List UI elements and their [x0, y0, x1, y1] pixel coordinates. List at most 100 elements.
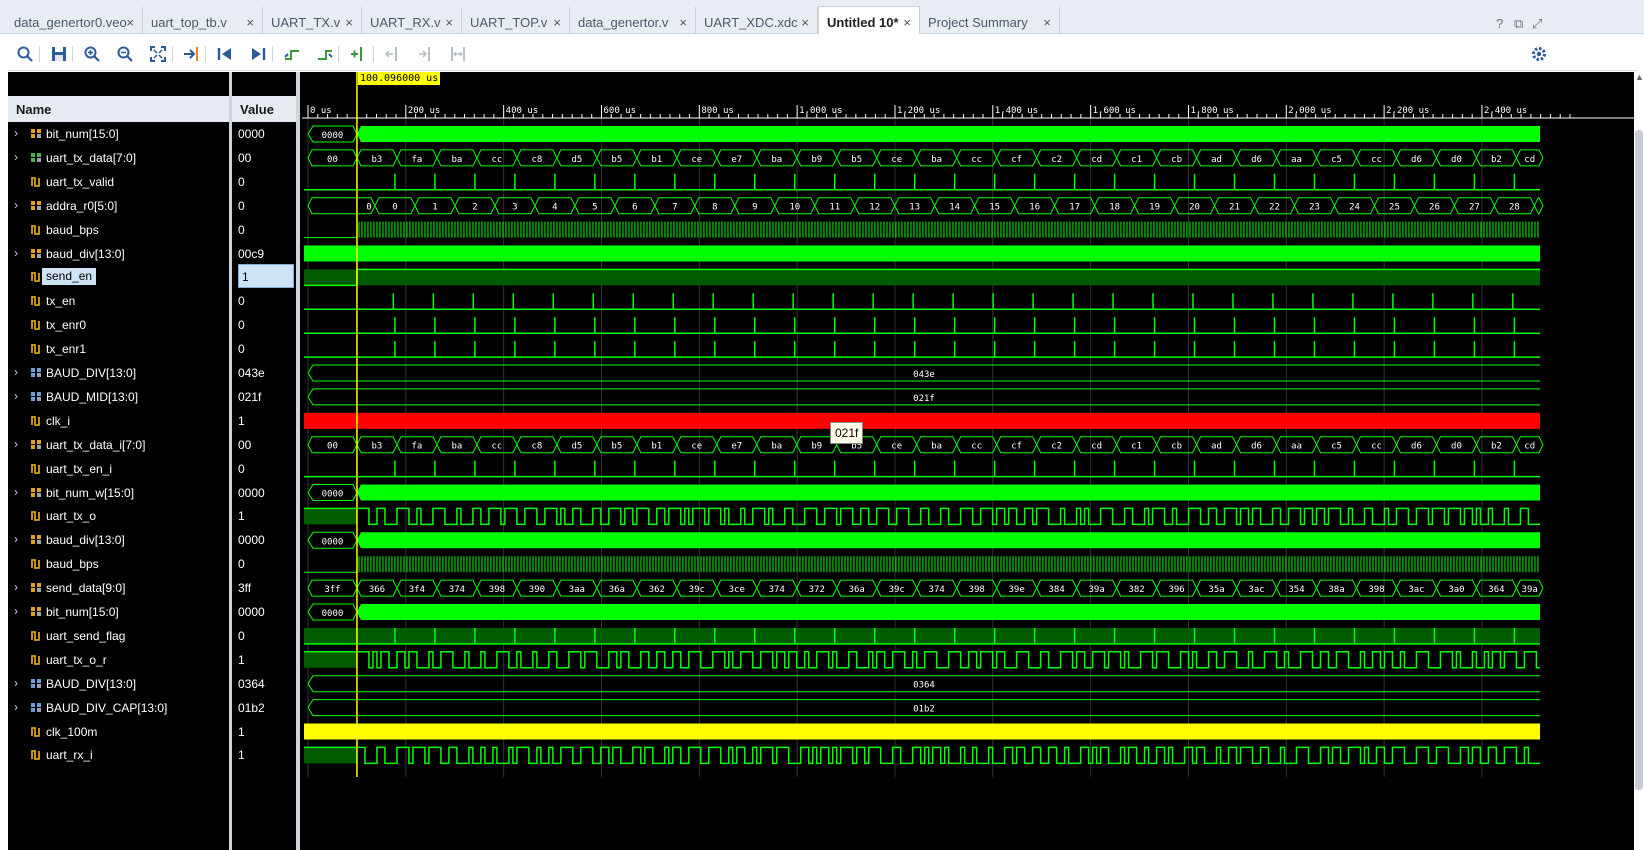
settings-icon[interactable]	[1528, 43, 1550, 65]
cursor-time-label[interactable]: 100.096000 us	[357, 72, 441, 85]
bus-value-label: b9	[811, 155, 822, 165]
tab-2[interactable]: UART_TX.v ×	[263, 7, 362, 33]
tab-5[interactable]: data_genertor.v ×	[570, 7, 696, 33]
close-icon[interactable]: ×	[679, 15, 687, 30]
close-icon[interactable]: ×	[246, 15, 254, 30]
tab-0[interactable]: data_genertor0.veo ×	[6, 7, 143, 33]
restore-icon[interactable]: ⧉	[1514, 16, 1523, 32]
wave-divider[interactable]	[296, 72, 300, 850]
signal-row[interactable]: tx_enr1	[8, 337, 229, 361]
waveform-canvas[interactable]: 0 us 200 us 400 us 600 us 800 us 1,000 us 1,20…	[302, 72, 1638, 850]
signal-row[interactable]: › BAUD_DIV_CAP[13:0]	[8, 696, 229, 720]
zoom-in-icon[interactable]	[81, 43, 103, 65]
signal-row[interactable]: › addra_r0[5:0]	[8, 194, 229, 218]
bus-value-label: 6	[632, 203, 637, 213]
close-icon[interactable]: ×	[903, 15, 911, 30]
chevron-right-icon[interactable]: ›	[14, 437, 18, 451]
signal-row[interactable]: uart_tx_o	[8, 504, 229, 528]
signal-row[interactable]: uart_tx_o_r	[8, 648, 229, 672]
signal-row[interactable]: send_en	[8, 265, 229, 289]
name-column-header[interactable]: Name	[8, 96, 229, 122]
bus-value-label: d6	[1411, 442, 1422, 452]
close-icon[interactable]: ×	[1043, 15, 1051, 30]
tab-7[interactable]: Untitled 10* ×	[818, 6, 920, 34]
chevron-right-icon[interactable]: ›	[14, 676, 18, 690]
go-to-end-icon[interactable]	[247, 43, 269, 65]
tab-3[interactable]: UART_RX.v ×	[362, 7, 462, 33]
chevron-right-icon[interactable]: ›	[14, 365, 18, 379]
close-icon[interactable]: ×	[126, 15, 134, 30]
chevron-right-icon[interactable]: ›	[14, 580, 18, 594]
bus-value-label: 21	[1229, 203, 1240, 213]
chevron-right-icon[interactable]: ›	[14, 126, 18, 140]
signal-row[interactable]: › bit_num_w[15:0]	[8, 481, 229, 505]
signal-value: 00	[238, 437, 252, 452]
signal-row[interactable]: › uart_tx_data_i[7:0]	[8, 433, 229, 457]
signal-row[interactable]: clk_100m	[8, 720, 229, 744]
scroll-up-icon[interactable]: ▲	[1635, 72, 1644, 82]
signal-row[interactable]: › baud_div[13:0]	[8, 528, 229, 552]
signal-row[interactable]: › bit_num[15:0]	[8, 122, 229, 146]
zoom-fit-icon[interactable]	[147, 43, 169, 65]
chevron-right-icon[interactable]: ›	[14, 604, 18, 618]
bus-value-label: c2	[1051, 155, 1062, 165]
next-transition-icon[interactable]	[314, 43, 336, 65]
signal-row[interactable]: › send_data[9:0]	[8, 576, 229, 600]
time-tick-label: 0 us	[310, 106, 332, 116]
go-to-start-icon[interactable]	[214, 43, 236, 65]
chevron-right-icon[interactable]: ›	[14, 246, 18, 260]
previous-marker-icon[interactable]	[381, 43, 403, 65]
close-icon[interactable]: ×	[445, 15, 453, 30]
signal-row[interactable]: tx_enr0	[8, 313, 229, 337]
signal-row[interactable]: tx_en	[8, 289, 229, 313]
waveform-panel[interactable]: 0 us 200 us 400 us 600 us 800 us 1,000 us 1,20…	[302, 72, 1638, 850]
signal-name: addra_r0[5:0]	[46, 198, 118, 213]
help-icon[interactable]: ?	[1496, 16, 1503, 31]
save-icon[interactable]	[48, 43, 70, 65]
signal-row[interactable]: uart_rx_i	[8, 743, 229, 767]
tab-8[interactable]: Project Summary ×	[920, 7, 1060, 33]
chevron-right-icon[interactable]: ›	[14, 700, 18, 714]
signal-row[interactable]: uart_tx_en_i	[8, 457, 229, 481]
vertical-scrollbar[interactable]: ▲	[1634, 72, 1644, 850]
bus-value-label: 3ff	[324, 585, 340, 595]
bit-signal-icon	[30, 294, 43, 307]
swap-cursors-icon[interactable]	[447, 43, 469, 65]
signal-row[interactable]: › bit_num[15:0]	[8, 600, 229, 624]
signal-row[interactable]: › BAUD_DIV[13:0]	[8, 361, 229, 385]
previous-transition-icon[interactable]	[281, 43, 303, 65]
close-icon[interactable]: ×	[553, 15, 561, 30]
tab-label: UART_RX.v	[370, 15, 441, 30]
zoom-out-icon[interactable]	[114, 43, 136, 65]
bus-fill	[356, 604, 1540, 620]
tab-4[interactable]: UART_TOP.v ×	[462, 7, 570, 33]
maximize-icon[interactable]: ⤢	[1532, 16, 1542, 32]
search-icon[interactable]	[14, 43, 36, 65]
close-icon[interactable]: ×	[801, 15, 809, 30]
signal-row[interactable]: › uart_tx_data[7:0]	[8, 146, 229, 170]
signal-row[interactable]: › baud_div[13:0]	[8, 242, 229, 266]
value-column-header[interactable]: Value	[232, 96, 296, 122]
signal-row[interactable]: › BAUD_MID[13:0]	[8, 385, 229, 409]
next-marker-icon[interactable]	[414, 43, 436, 65]
chevron-right-icon[interactable]: ›	[14, 150, 18, 164]
signal-row[interactable]: › BAUD_DIV[13:0]	[8, 672, 229, 696]
go-to-cursor-icon[interactable]	[180, 43, 202, 65]
chevron-right-icon[interactable]: ›	[14, 532, 18, 546]
signal-row[interactable]: uart_send_flag	[8, 624, 229, 648]
signal-row[interactable]: baud_bps	[8, 218, 229, 242]
tab-1[interactable]: uart_top_tb.v ×	[143, 7, 263, 33]
bit-signal-icon	[30, 557, 43, 570]
tab-6[interactable]: UART_XDC.xdc ×	[696, 7, 818, 33]
chevron-right-icon[interactable]: ›	[14, 198, 18, 212]
bit-wave	[304, 341, 1540, 358]
chevron-right-icon[interactable]: ›	[14, 485, 18, 499]
add-marker-icon[interactable]	[347, 43, 369, 65]
scrollbar-thumb[interactable]	[1635, 130, 1643, 790]
time-tick-label: 2,200 us	[1386, 106, 1429, 116]
chevron-right-icon[interactable]: ›	[14, 389, 18, 403]
signal-row[interactable]: clk_i	[8, 409, 229, 433]
close-icon[interactable]: ×	[345, 15, 353, 30]
signal-row[interactable]: uart_tx_valid	[8, 170, 229, 194]
signal-row[interactable]: baud_bps	[8, 552, 229, 576]
